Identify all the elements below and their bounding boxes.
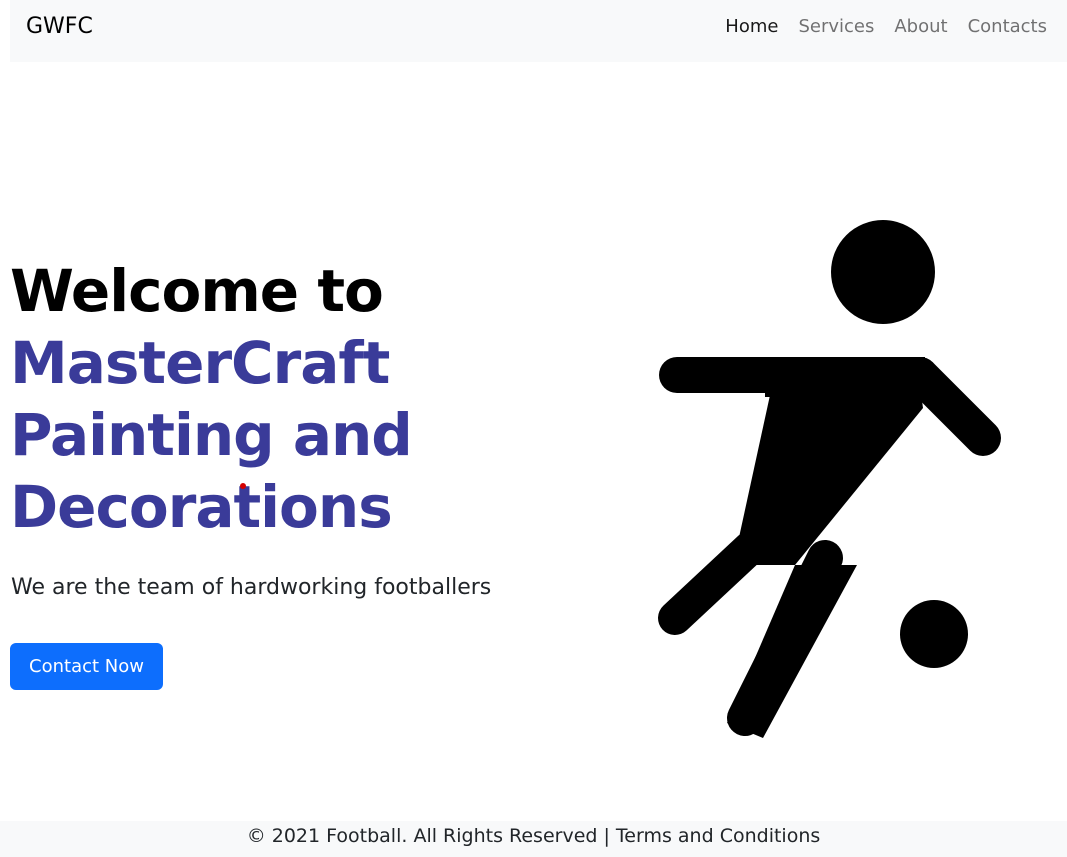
- nav-link-contacts[interactable]: Contacts: [968, 16, 1047, 37]
- footer: © 2021 Football. All Rights Reserved | T…: [0, 821, 1067, 857]
- page: GWFC Home Services About Contacts Welcom…: [0, 0, 1067, 857]
- hero-title-accent-line: Decorations: [10, 473, 393, 541]
- brand-logo[interactable]: GWFC: [26, 13, 93, 41]
- nav-item-services: Services: [798, 15, 874, 39]
- hero-title-accent-line: Painting and: [10, 401, 413, 469]
- nav-links: Home Services About Contacts: [725, 15, 1047, 39]
- footer-copyright: © 2021 Football. All Rights Reserved | T…: [246, 825, 821, 847]
- nav-link-services[interactable]: Services: [798, 16, 874, 37]
- cursor-dot: [240, 483, 246, 489]
- contact-now-button[interactable]: Contact Now: [10, 643, 163, 690]
- hero-title-line: Welcome to: [10, 257, 384, 325]
- hero-title: Welcome to MasterCraft Painting and Deco…: [10, 255, 530, 543]
- nav-item-home: Home: [725, 15, 778, 39]
- nav-link-home[interactable]: Home: [725, 16, 778, 37]
- nav-item-about: About: [894, 15, 947, 39]
- nav-link-about[interactable]: About: [894, 16, 947, 37]
- navbar: GWFC Home Services About Contacts: [10, 0, 1067, 62]
- hero-subtitle: We are the team of hardworking footballe…: [11, 575, 492, 600]
- nav-item-contacts: Contacts: [968, 15, 1047, 39]
- soccer-player-kicking-ball-icon: [658, 220, 1001, 738]
- hero-title-accent-line: MasterCraft: [10, 329, 390, 397]
